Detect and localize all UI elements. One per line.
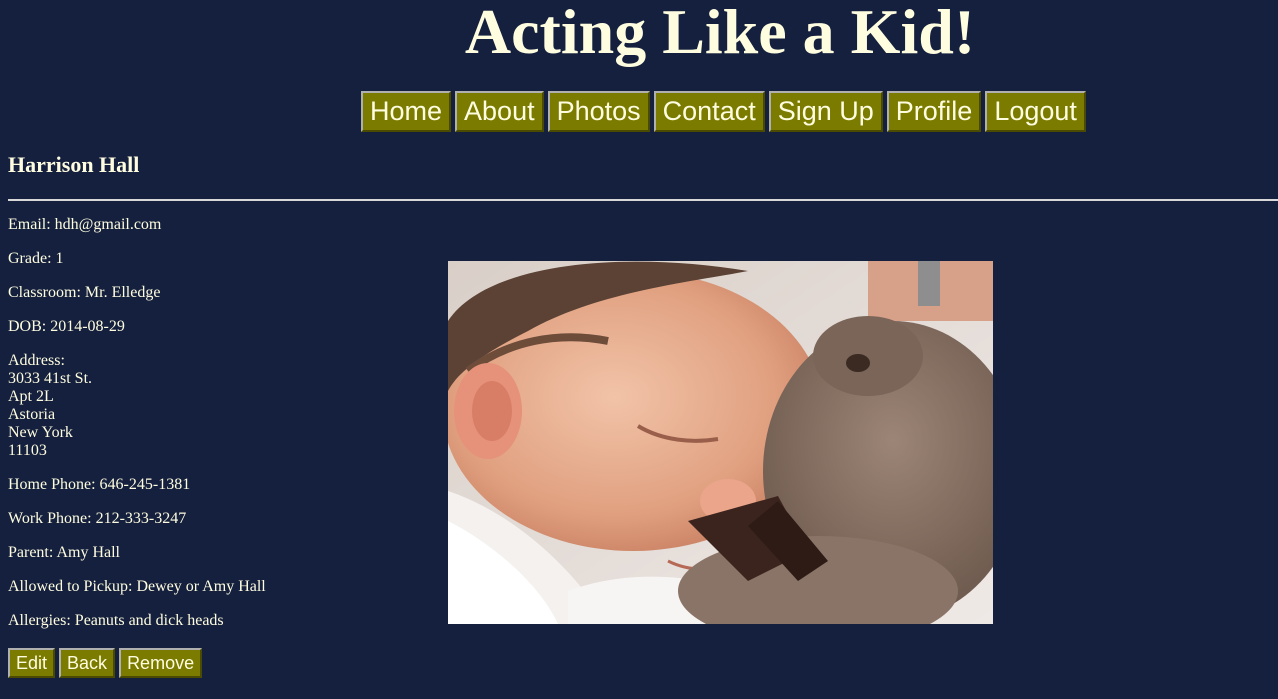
nav-home-button[interactable]: Home	[361, 91, 452, 132]
pickup-field: Allowed to Pickup: Dewey or Amy Hall	[8, 578, 266, 595]
profile-details: Email: hdh@gmail.com Grade: 1 Classroom:…	[8, 216, 266, 646]
work-phone-field: Work Phone: 212-333-3247	[8, 510, 187, 527]
address-line: Apt 2L	[8, 388, 54, 405]
divider	[8, 199, 1278, 201]
back-button[interactable]: Back	[59, 648, 116, 678]
nav-photos-button[interactable]: Photos	[547, 91, 650, 132]
address-field: Address: 3033 41st St. Apt 2L Astoria Ne…	[8, 352, 266, 460]
nav-about-button[interactable]: About	[455, 91, 544, 132]
edit-button[interactable]: Edit	[8, 648, 56, 678]
email-field: Email: hdh@gmail.com	[8, 216, 162, 233]
address-line: 3033 41st St.	[8, 370, 93, 387]
page: Acting Like a Kid! Home About Photos Con…	[0, 0, 1278, 699]
parent-field: Parent: Amy Hall	[8, 544, 120, 561]
nav-signup-button[interactable]: Sign Up	[768, 91, 883, 132]
nav-profile-button[interactable]: Profile	[886, 91, 982, 132]
address-label: Address:	[8, 352, 65, 369]
nav-contact-button[interactable]: Contact	[653, 91, 765, 132]
classroom-field: Classroom: Mr. Elledge	[8, 284, 161, 301]
address-line: 11103	[8, 442, 47, 459]
remove-button[interactable]: Remove	[119, 648, 203, 678]
main-nav: Home About Photos Contact Sign Up Profil…	[361, 91, 1086, 132]
action-buttons: Edit Back Remove	[8, 648, 203, 678]
profile-name: Harrison Hall	[8, 152, 140, 177]
home-phone-field: Home Phone: 646-245-1381	[8, 476, 191, 493]
address-line: Astoria	[8, 406, 56, 423]
nav-logout-button[interactable]: Logout	[985, 91, 1086, 132]
grade-field: Grade: 1	[8, 250, 64, 267]
allergies-field: Allergies: Peanuts and dick heads	[8, 612, 224, 629]
site-title: Acting Like a Kid!	[464, 0, 976, 67]
address-line: New York	[8, 424, 73, 441]
profile-photo	[448, 261, 993, 624]
dob-field: DOB: 2014-08-29	[8, 318, 125, 335]
